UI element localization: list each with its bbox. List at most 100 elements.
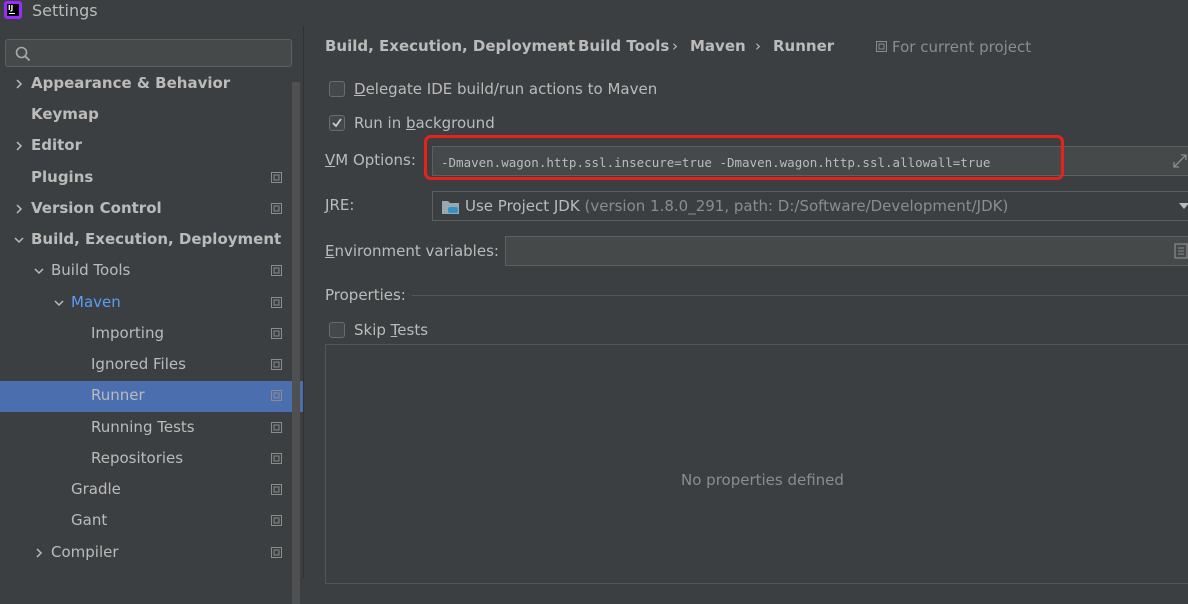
jre-label-rest: RE:: [329, 196, 355, 214]
scope-label: For current project: [876, 38, 1031, 56]
sidebar-item[interactable]: Running Tests: [0, 413, 290, 444]
sidebar-item-label: Maven: [71, 293, 121, 311]
intellij-app-icon: IJ: [4, 1, 22, 19]
breadcrumb-item: Runner: [773, 37, 835, 55]
sidebar-item-label: Build, Execution, Deployment: [31, 230, 282, 248]
project-scope-icon: [271, 328, 282, 339]
breadcrumb-item[interactable]: Build Tools: [578, 37, 669, 55]
sidebar-item-label: Version Control: [31, 199, 162, 217]
jre-dropdown[interactable]: Use Project JDK (version 1.8.0_291, path…: [432, 191, 1188, 221]
jre-label: JRE:: [325, 196, 354, 214]
project-scope-icon: [271, 265, 282, 276]
sidebar-item[interactable]: Runner: [0, 381, 304, 412]
jre-value-detail: (version 1.8.0_291, path: D:/Software/De…: [584, 197, 1009, 215]
vm-label-rest: M Options:: [335, 151, 416, 169]
project-scope-icon: [271, 390, 282, 401]
search-box[interactable]: [5, 39, 292, 67]
chevron-right-icon[interactable]: [12, 77, 26, 91]
project-scope-icon: [271, 359, 282, 370]
properties-table[interactable]: [325, 344, 1188, 584]
sidebar-item[interactable]: Repositories: [0, 444, 290, 475]
breadcrumb-item[interactable]: Build, Execution, Deployment: [325, 37, 575, 55]
project-scope-icon: [271, 484, 282, 495]
chevron-right-icon[interactable]: [12, 202, 26, 216]
sidebar-item-label: Editor: [31, 136, 82, 154]
sidebar-item[interactable]: Importing: [0, 319, 290, 350]
settings-sidebar: Appearance & Behavior Keymap Editor Plugins…: [0, 26, 304, 604]
sidebar-item[interactable]: Gradle: [0, 475, 290, 506]
chevron-right-icon[interactable]: [32, 546, 46, 560]
runner-settings-panel: Build, Execution, Deployment › Build Too…: [304, 26, 1188, 584]
project-scope-icon: [271, 203, 282, 214]
env-variables-label: Environment variables:: [325, 242, 499, 260]
sidebar-item[interactable]: Gant: [0, 506, 290, 537]
sidebar-item[interactable]: Compiler: [0, 538, 290, 569]
breadcrumb-separator: ›: [755, 37, 761, 55]
sidebar-item-label: Importing: [91, 324, 164, 342]
sidebar-item[interactable]: Ignored Files: [0, 350, 290, 381]
run-in-background-checkbox[interactable]: [329, 115, 345, 131]
breadcrumb-item[interactable]: Maven: [690, 37, 746, 55]
background-label-post: ackground: [415, 114, 495, 132]
project-scope-icon: [271, 172, 282, 183]
jdk-folder-icon: [442, 201, 459, 214]
sidebar-item-label: Keymap: [31, 105, 99, 123]
sidebar-item-label: Build Tools: [51, 261, 131, 279]
env-label-rest: nvironment variables:: [334, 242, 499, 260]
checkmark-icon: [332, 118, 342, 128]
project-scope-icon: [271, 547, 282, 558]
sidebar-scrollbar[interactable]: [292, 82, 300, 604]
expand-icon[interactable]: [1173, 154, 1187, 168]
sidebar-item-label: Gant: [71, 511, 108, 529]
sidebar-item-label: Running Tests: [91, 418, 195, 436]
delegate-mnemonic: D: [354, 80, 366, 98]
jre-value: Use Project JDK (version 1.8.0_291, path…: [465, 197, 1008, 215]
skip-tests-label[interactable]: Skip Tests: [354, 321, 428, 339]
project-scope-icon: [271, 453, 282, 464]
sidebar-item[interactable]: Version Control: [0, 194, 290, 225]
run-in-background-label[interactable]: Run in background: [354, 114, 495, 132]
background-label-pre: Run in: [354, 114, 406, 132]
sidebar-item-label: Repositories: [91, 449, 184, 467]
no-properties-text: No properties defined: [681, 471, 844, 489]
breadcrumb-separator: ›: [560, 37, 566, 55]
env-variables-field[interactable]: [505, 236, 1188, 266]
sidebar-item[interactable]: Build Tools: [0, 256, 290, 287]
title-bar: IJ Settings: [0, 0, 1188, 26]
sidebar-item[interactable]: Keymap: [0, 100, 290, 131]
chevron-right-icon[interactable]: [12, 139, 26, 153]
chevron-down-icon[interactable]: [1179, 203, 1188, 209]
delegate-label-post: elegate IDE build/run actions to Maven: [365, 80, 658, 98]
sidebar-item[interactable]: Editor: [0, 131, 290, 162]
delegate-checkbox[interactable]: [329, 81, 345, 97]
sidebar-item-label: Ignored Files: [91, 355, 186, 373]
sidebar-item[interactable]: Build, Execution, Deployment: [0, 225, 290, 256]
chevron-down-icon[interactable]: [52, 296, 66, 310]
project-scope-icon: [876, 41, 887, 52]
vm-options-input[interactable]: [439, 151, 1163, 173]
project-scope-icon: [271, 422, 282, 433]
vm-mnemonic: V: [325, 151, 336, 169]
browse-icon[interactable]: [1174, 243, 1188, 259]
skip-label-post: ests: [397, 321, 429, 339]
skip-tests-checkbox[interactable]: [329, 322, 345, 338]
delegate-label[interactable]: Delegate IDE build/run actions to Maven: [354, 80, 657, 98]
chevron-down-icon[interactable]: [12, 233, 26, 247]
project-scope-icon: [271, 515, 282, 526]
properties-separator: [412, 295, 1188, 296]
sidebar-item-label: Plugins: [31, 168, 94, 186]
search-icon: [15, 46, 31, 62]
chevron-down-icon[interactable]: [32, 264, 46, 278]
app-icon-letters: IJ: [7, 4, 19, 16]
vm-options-field[interactable]: [432, 146, 1188, 176]
sidebar-item[interactable]: Maven: [0, 288, 290, 319]
vm-options-label: VM Options:: [325, 151, 416, 169]
background-mnemonic: b: [405, 114, 416, 132]
sidebar-item-label: Compiler: [51, 543, 119, 561]
scope-text: For current project: [892, 38, 1032, 56]
sidebar-item-label: Appearance & Behavior: [31, 74, 231, 92]
sidebar-item[interactable]: Plugins: [0, 163, 290, 194]
sidebar-item[interactable]: Appearance & Behavior: [0, 69, 290, 100]
search-input[interactable]: [36, 42, 290, 66]
properties-label: Properties:: [325, 286, 406, 304]
